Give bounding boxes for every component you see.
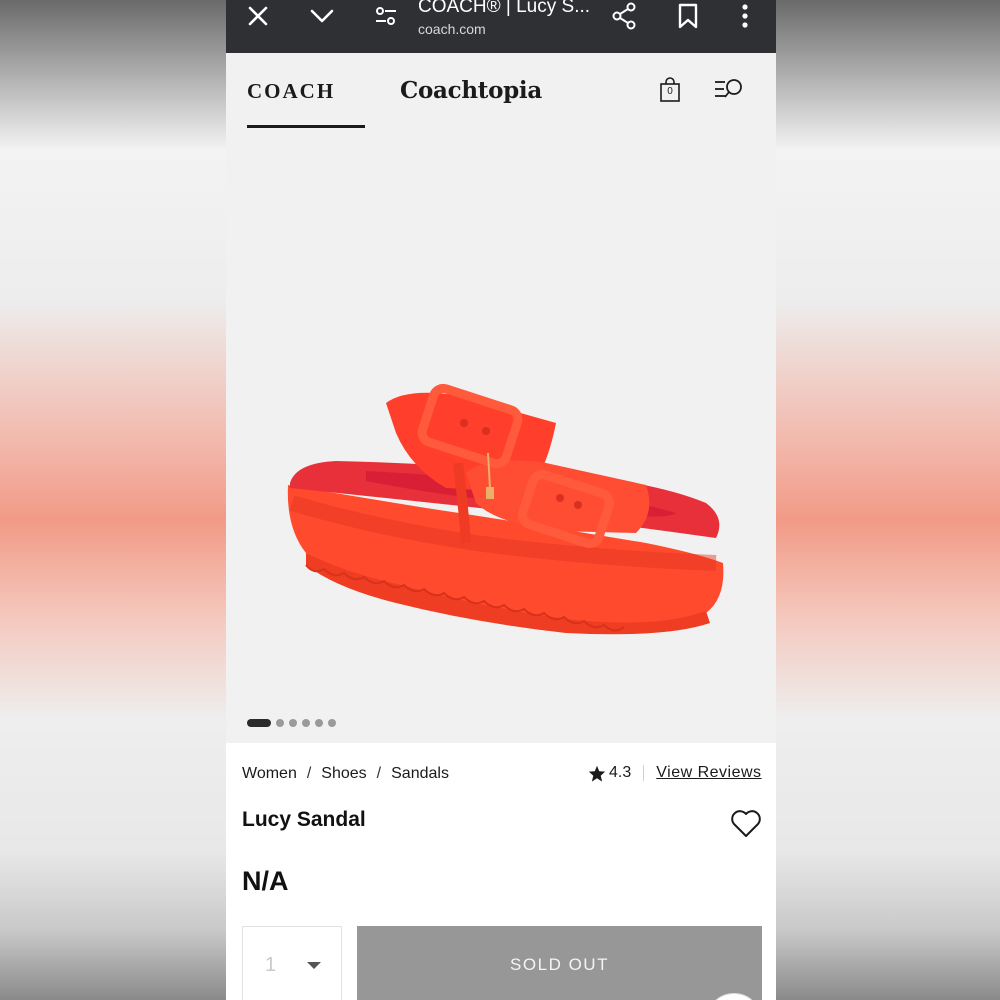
carousel-dot[interactable] [315,719,323,727]
site-header: COACH Coachtopia 0 [226,53,776,133]
quantity-select[interactable]: 1 [242,926,342,1000]
menu-search-icon [715,79,742,98]
caret-down-icon [307,962,321,969]
share-icon[interactable] [611,0,637,32]
bookmark-icon[interactable] [678,0,698,32]
sold-out-button[interactable]: SOLD OUT [357,926,762,1000]
view-reviews-link[interactable]: View Reviews [656,764,761,782]
shopping-bag-button[interactable]: 0 [658,77,682,103]
sandal-image [287,383,724,635]
coachtopia-logo[interactable]: Coachtopia [400,77,542,104]
close-icon[interactable] [246,0,270,32]
product-name: Lucy Sandal [242,808,366,831]
carousel-dot[interactable] [289,719,297,727]
carousel-dot[interactable] [276,719,284,727]
active-brand-underline [247,125,365,128]
product-details: Women / Shoes / Sandals 4.3 View Reviews… [226,743,776,1000]
breadcrumb-women[interactable]: Women [242,765,297,783]
breadcrumb-sandals[interactable]: Sandals [391,765,449,783]
browser-toolbar: COACH® | Lucy S... coach.com [226,0,776,53]
product-price: N/A [242,866,289,896]
page-title[interactable]: COACH® | Lucy S... [418,0,590,18]
menu-search-button[interactable] [713,77,745,108]
heart-icon [731,810,761,837]
breadcrumb-shoes[interactable]: Shoes [321,765,366,783]
breadcrumb: Women / Shoes / Sandals [242,765,449,783]
more-vert-icon[interactable] [738,0,752,32]
tune-icon[interactable] [374,0,398,32]
carousel-pagination[interactable] [247,719,336,727]
bag-count: 0 [667,86,673,97]
breadcrumb-separator: / [376,765,382,782]
product-image-carousel[interactable] [226,133,776,743]
rating-summary: 4.3 View Reviews [588,764,762,782]
quantity-value: 1 [265,954,277,976]
rating-value: 4.3 [609,764,632,781]
carousel-dot-active[interactable] [247,719,271,727]
wishlist-button[interactable] [730,809,762,844]
page-url[interactable]: coach.com [418,21,486,37]
coach-logo[interactable]: COACH [247,79,335,104]
carousel-dot[interactable] [328,719,336,727]
carousel-dot[interactable] [302,719,310,727]
star-icon [588,765,606,782]
breadcrumb-separator: / [306,765,312,782]
phone-screen: COACH® | Lucy S... coach.com COACH Coach… [226,0,776,1000]
chevron-down-icon[interactable] [310,0,334,32]
rating-divider [643,765,645,781]
